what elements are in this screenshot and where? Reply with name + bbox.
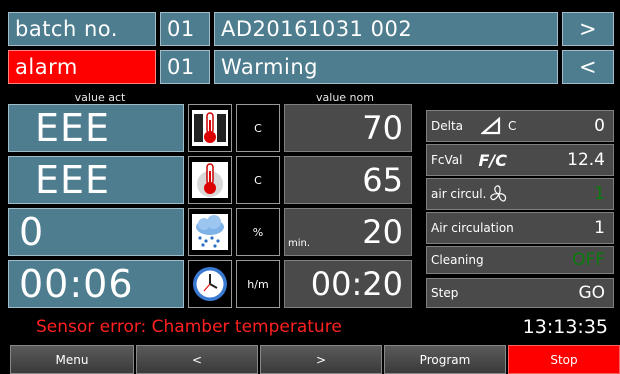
- next-button[interactable]: >: [562, 12, 614, 46]
- delta-icon: [481, 117, 501, 135]
- air-circulation-value: 1: [594, 218, 605, 238]
- air-circul-value: 1: [594, 184, 605, 204]
- actual-value-4: 00:06: [8, 260, 184, 308]
- delta-row[interactable]: Delta C 0: [426, 110, 614, 142]
- air-circul-row[interactable]: air circul. 1: [426, 178, 614, 210]
- batch-label: batch no.: [8, 12, 156, 46]
- delta-unit: C: [508, 119, 517, 133]
- batch-value[interactable]: AD20161031 002: [214, 12, 558, 46]
- menu-button[interactable]: Menu: [10, 345, 134, 374]
- stop-button[interactable]: Stop: [508, 345, 620, 374]
- alarm-value[interactable]: Warming: [214, 50, 558, 84]
- actual-value-1: EEE: [8, 104, 184, 152]
- batch-number: 01: [160, 12, 210, 46]
- air-circulation-label: Air circulation: [431, 221, 514, 235]
- alarm-number: 01: [160, 50, 210, 84]
- actual-value-3: 0: [8, 208, 184, 256]
- forward-button[interactable]: >: [260, 345, 382, 374]
- nominal-value-1[interactable]: 70: [284, 104, 412, 152]
- alarm-label: alarm: [8, 50, 156, 84]
- value-nom-label: value nom: [316, 91, 374, 104]
- step-label: Step: [431, 286, 459, 300]
- fcval-row[interactable]: FcVal F/C 12.4: [426, 144, 614, 176]
- unit-2: C: [236, 156, 280, 204]
- thermometer-chamber-icon[interactable]: [188, 104, 232, 152]
- program-button[interactable]: Program: [384, 345, 506, 374]
- fc-icon: F/C: [478, 150, 507, 170]
- delta-label: Delta: [431, 119, 464, 133]
- cleaning-value: OFF: [572, 250, 605, 270]
- clock-time: 13:13:35: [522, 316, 608, 338]
- nominal-value-4[interactable]: 00:20: [284, 260, 412, 308]
- cleaning-label: Cleaning: [431, 253, 484, 267]
- back-button[interactable]: <: [136, 345, 258, 374]
- fan-icon: [490, 185, 507, 202]
- value-act-label: value act: [74, 91, 126, 104]
- nominal-value-2[interactable]: 65: [284, 156, 412, 204]
- unit-3: %: [236, 208, 280, 256]
- clock-icon[interactable]: [188, 260, 232, 308]
- status-bar: Sensor error: Chamber temperature 13:13:…: [0, 312, 620, 342]
- thermometer-core-icon[interactable]: [188, 156, 232, 204]
- humidity-cloud-icon[interactable]: [188, 208, 232, 256]
- prev-button[interactable]: <: [562, 50, 614, 84]
- actual-value-2: EEE: [8, 156, 184, 204]
- air-circul-label: air circul.: [431, 187, 487, 201]
- unit-4: h/m: [236, 260, 280, 308]
- unit-1: C: [236, 104, 280, 152]
- delta-value: 0: [594, 116, 605, 136]
- step-row[interactable]: Step GO: [426, 278, 614, 308]
- error-message: Sensor error: Chamber temperature: [36, 317, 342, 337]
- step-value: GO: [578, 283, 605, 303]
- fcval-value: 12.4: [567, 150, 605, 170]
- fcval-label: FcVal: [431, 153, 463, 167]
- cleaning-row[interactable]: Cleaning OFF: [426, 246, 614, 274]
- air-circulation-row[interactable]: Air circulation 1: [426, 212, 614, 244]
- nominal-unit-min: min.: [288, 238, 311, 249]
